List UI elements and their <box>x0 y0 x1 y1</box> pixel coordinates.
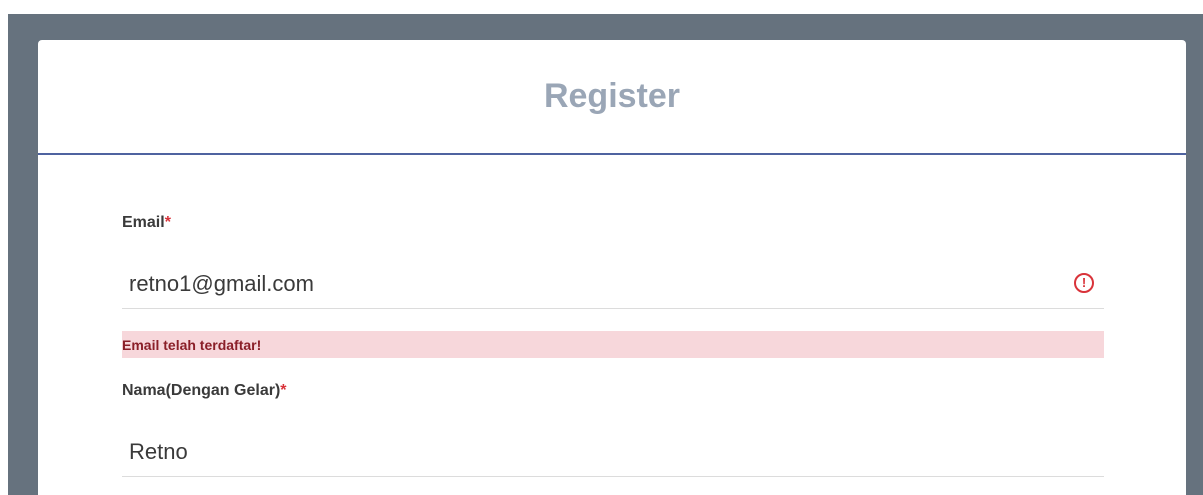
register-card: Register Email* ! Email telah terdaftar!… <box>38 40 1186 495</box>
exclamation-circle-icon: ! <box>1074 273 1094 293</box>
email-required-mark: * <box>164 214 171 231</box>
card-header: Register <box>38 40 1186 155</box>
email-field[interactable] <box>122 259 1104 309</box>
email-label-group: Email* <box>122 213 171 233</box>
email-error-message: Email telah terdaftar! <box>122 331 1104 358</box>
name-required-mark: * <box>280 382 287 399</box>
top-strip <box>0 0 1203 14</box>
name-label: Nama(Dengan Gelar) <box>122 382 281 399</box>
page-title: Register <box>543 77 681 115</box>
name-label-group: Nama(Dengan Gelar)* <box>122 381 287 401</box>
email-label: Email <box>122 214 165 231</box>
email-error-text: Email telah terdaftar! <box>122 337 262 353</box>
name-field[interactable] <box>122 427 1104 477</box>
